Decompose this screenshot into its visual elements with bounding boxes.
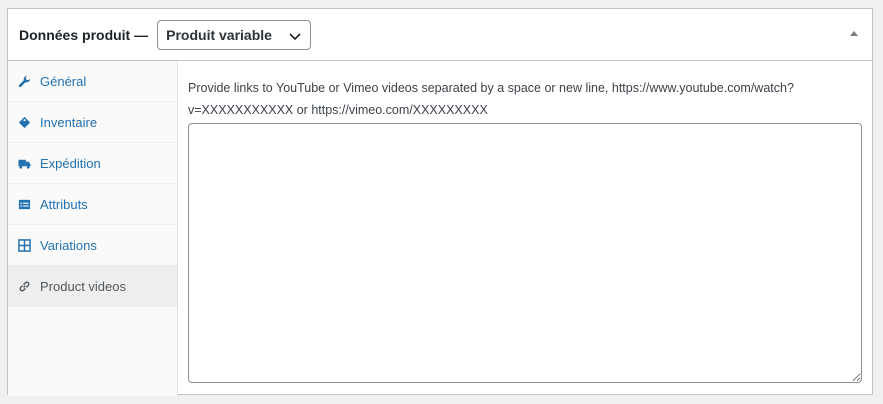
tab-label: Expédition [40,155,101,171]
product-type-value: Produit variable [166,26,272,43]
product-data-tabs: Général Inventaire Expédition Attributs … [8,61,178,396]
grid-icon [18,238,31,252]
tab-label: Général [40,73,87,89]
videos-description-line1: Provide links to YouTube or Vimeo videos… [188,81,794,95]
tag-icon [18,116,31,128]
tab-label: Attributs [40,196,88,212]
product-data-panel: Données produit — Produit variable Génér… [7,8,873,396]
tab-variations[interactable]: Variations [8,225,177,266]
tab-general[interactable]: Général [8,61,177,102]
product-videos-panel: Provide links to YouTube or Vimeo videos… [178,61,872,396]
videos-description-line2: v=XXXXXXXXXXX or https://vimeo.com/XXXXX… [188,103,488,117]
tab-shipping[interactable]: Expédition [8,143,177,184]
panel-title: Données produit — [19,26,149,43]
panel-body: Général Inventaire Expédition Attributs … [8,61,872,396]
tab-label: Inventaire [40,114,98,130]
tab-attributes[interactable]: Attributs [8,184,177,225]
truck-icon [18,159,31,169]
panel-header: Données produit — Produit variable [8,9,872,61]
product-videos-textarea[interactable] [188,123,862,383]
chevron-down-icon [289,32,301,40]
tab-label: Product videos [40,278,126,294]
product-type-select[interactable]: Produit variable [157,19,312,50]
tab-product-videos[interactable]: Product videos [8,266,177,307]
link-icon [19,281,30,291]
wrench-icon [18,75,31,87]
collapse-arrow-icon[interactable] [849,29,859,37]
tab-label: Variations [40,237,97,253]
videos-description: Provide links to YouTube or Vimeo videos… [188,77,838,121]
tab-inventory[interactable]: Inventaire [8,102,177,143]
list-icon [18,199,31,209]
